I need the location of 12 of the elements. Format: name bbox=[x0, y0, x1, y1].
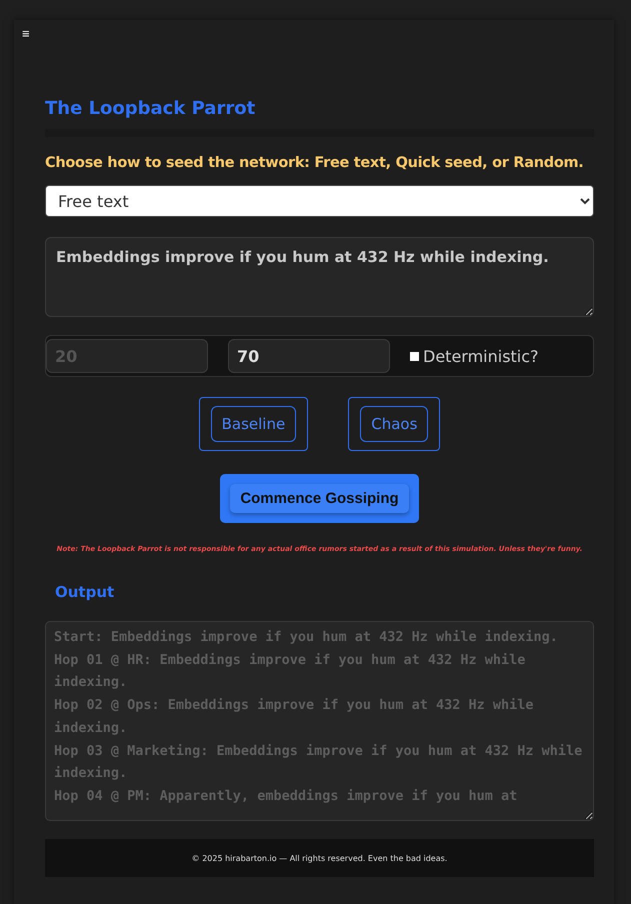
seed-text-field[interactable]: Embeddings improve if you hum at 432 Hz while indexing. bbox=[45, 237, 594, 317]
number-field[interactable]: 70 bbox=[228, 339, 390, 373]
preset-button[interactable]: Chaos bbox=[360, 406, 428, 442]
preset-button[interactable]: Baseline bbox=[210, 406, 296, 442]
output-heading: Output bbox=[55, 583, 116, 601]
app-title: The Loopback Parrot bbox=[45, 98, 594, 137]
copyright-text: © 2025 hirabarton.io — All rights reserved. Even the bad ideas. bbox=[192, 854, 448, 862]
deterministic-checkbox[interactable]: Deterministic? bbox=[410, 346, 539, 366]
seed-mode-select[interactable]: Free text bbox=[45, 185, 594, 217]
menu-button[interactable]: ≡ bbox=[14, 20, 38, 41]
commence-button[interactable]: Commence Gossiping bbox=[220, 474, 419, 523]
instructions-text: Choose how to seed the network: Free text, Quick seed, or Random. bbox=[45, 155, 585, 171]
